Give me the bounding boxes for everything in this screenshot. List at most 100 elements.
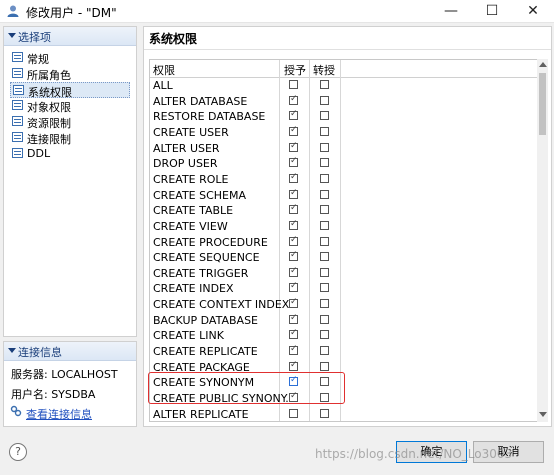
- transfer-checkbox[interactable]: [320, 173, 329, 183]
- table-row[interactable]: CREATE TRIGGER: [150, 266, 535, 282]
- transfer-checkbox[interactable]: [320, 267, 329, 277]
- watermark: https://blog.csdn.net/NO_Lo3003: [315, 447, 513, 461]
- privilege-name: ALTER REPLICATE: [153, 407, 249, 421]
- table-row[interactable]: CREATE PROCEDURE: [150, 235, 535, 251]
- maximize-button[interactable]: ☐: [476, 0, 508, 22]
- transfer-checkbox[interactable]: [320, 330, 329, 340]
- transfer-checkbox[interactable]: [320, 361, 329, 371]
- table-row[interactable]: ALTER REPLICATE: [150, 407, 535, 421]
- privilege-name: CREATE LINK: [153, 329, 224, 343]
- transfer-checkbox[interactable]: [320, 283, 329, 293]
- table-row[interactable]: CREATE SEQUENCE: [150, 250, 535, 266]
- grant-checkbox[interactable]: [289, 125, 298, 136]
- grant-checkbox[interactable]: [289, 250, 298, 262]
- nav-item[interactable]: 系统权限: [10, 82, 130, 99]
- table-row[interactable]: ALTER DATABASE: [150, 94, 535, 110]
- table-row[interactable]: CREATE REPLICATE: [150, 344, 535, 360]
- nav-item-label: 对象权限: [27, 101, 71, 114]
- table-row[interactable]: DROP USER: [150, 156, 535, 172]
- system-privileges-panel: 系统权限 权限 授予 转授 ALL ALTER DATABASE RESTORE D…: [143, 26, 552, 427]
- transfer-checkbox[interactable]: [320, 142, 329, 152]
- table-row[interactable]: ALTER USER: [150, 141, 535, 157]
- form-icon: [13, 85, 24, 95]
- grant-checkbox[interactable]: [289, 297, 298, 309]
- table-row[interactable]: CREATE VIEW: [150, 219, 535, 235]
- transfer-checkbox[interactable]: [320, 346, 329, 356]
- grant-checkbox[interactable]: [289, 219, 298, 230]
- transfer-checkbox[interactable]: [320, 205, 329, 215]
- close-button[interactable]: ✕: [517, 0, 549, 22]
- grant-checkbox[interactable]: [289, 266, 298, 277]
- username-info: 用户名: SYSDBA: [11, 388, 96, 401]
- nav-item-label: 常规: [27, 53, 49, 66]
- transfer-checkbox[interactable]: [320, 408, 329, 418]
- view-connection-info-link[interactable]: 查看连接信息: [26, 406, 92, 422]
- transfer-checkbox[interactable]: [320, 314, 329, 324]
- scrollbar-thumb[interactable]: [539, 73, 546, 135]
- vertical-scrollbar[interactable]: [537, 59, 548, 422]
- transfer-checkbox[interactable]: [320, 220, 329, 230]
- nav-item[interactable]: 常规: [10, 50, 130, 66]
- grant-checkbox[interactable]: [289, 188, 298, 199]
- grant-checkbox[interactable]: [289, 94, 298, 105]
- transfer-checkbox[interactable]: [320, 236, 329, 246]
- nav-item[interactable]: 对象权限: [10, 98, 130, 114]
- table-row[interactable]: CREATE TABLE: [150, 203, 535, 219]
- scroll-down-icon[interactable]: [539, 412, 547, 417]
- grant-checkbox[interactable]: [289, 156, 298, 168]
- table-row[interactable]: RESTORE DATABASE: [150, 109, 535, 125]
- nav-item-label: 连接限制: [27, 133, 71, 146]
- table-row[interactable]: CREATE CONTEXT INDEX: [150, 297, 535, 313]
- table-row[interactable]: CREATE INDEX: [150, 281, 535, 297]
- form-icon: [12, 148, 23, 158]
- help-icon[interactable]: ?: [9, 443, 27, 461]
- table-row[interactable]: CREATE ROLE: [150, 172, 535, 188]
- grant-checkbox[interactable]: [289, 172, 298, 183]
- privilege-name: CREATE INDEX: [153, 282, 234, 296]
- privilege-name: CREATE SEQUENCE: [153, 251, 260, 265]
- grant-checkbox[interactable]: [289, 80, 298, 89]
- form-icon: [12, 116, 23, 126]
- grant-checkbox[interactable]: [289, 235, 298, 246]
- grant-checkbox[interactable]: [289, 360, 298, 371]
- transfer-checkbox[interactable]: [320, 299, 329, 309]
- column-header-privilege[interactable]: 权限: [153, 62, 175, 78]
- user-icon: [7, 5, 19, 17]
- nav-item[interactable]: 连接限制: [10, 130, 130, 146]
- transfer-checkbox[interactable]: [320, 189, 329, 199]
- transfer-checkbox[interactable]: [320, 158, 329, 168]
- grant-checkbox[interactable]: [289, 328, 298, 340]
- privilege-name: BACKUP DATABASE: [153, 313, 258, 327]
- grant-checkbox[interactable]: [289, 203, 298, 215]
- nav-item-label: DDL: [27, 147, 51, 160]
- grant-checkbox[interactable]: [289, 141, 298, 152]
- transfer-checkbox[interactable]: [320, 80, 329, 89]
- minimize-button[interactable]: —: [435, 0, 467, 22]
- transfer-checkbox[interactable]: [320, 126, 329, 136]
- form-icon: [12, 132, 23, 142]
- table-row[interactable]: ALL: [150, 78, 535, 94]
- table-row[interactable]: CREATE SCHEMA: [150, 188, 535, 204]
- table-row[interactable]: CREATE LINK: [150, 328, 535, 344]
- options-header[interactable]: 选择项: [4, 27, 136, 46]
- nav-item[interactable]: 资源限制: [10, 114, 130, 130]
- grant-checkbox[interactable]: [289, 281, 298, 293]
- grant-checkbox[interactable]: [289, 109, 298, 121]
- table-row[interactable]: CREATE USER: [150, 125, 535, 141]
- connection-info-header[interactable]: 连接信息: [4, 342, 136, 361]
- transfer-checkbox[interactable]: [320, 252, 329, 262]
- transfer-checkbox[interactable]: [320, 95, 329, 105]
- form-icon: [12, 52, 23, 62]
- transfer-checkbox[interactable]: [320, 111, 329, 121]
- column-header-grant[interactable]: 授予: [284, 62, 306, 78]
- grant-checkbox[interactable]: [289, 408, 298, 418]
- privilege-name: CREATE TABLE: [153, 204, 234, 218]
- nav-item[interactable]: 所属角色: [10, 66, 130, 82]
- privilege-name: ALTER DATABASE: [153, 94, 248, 108]
- scroll-up-icon[interactable]: [539, 62, 547, 67]
- grant-checkbox[interactable]: [289, 344, 298, 356]
- table-row[interactable]: BACKUP DATABASE: [150, 313, 535, 329]
- nav-item[interactable]: DDL: [10, 146, 130, 162]
- column-header-transfer[interactable]: 转授: [313, 62, 335, 78]
- grant-checkbox[interactable]: [289, 313, 298, 324]
